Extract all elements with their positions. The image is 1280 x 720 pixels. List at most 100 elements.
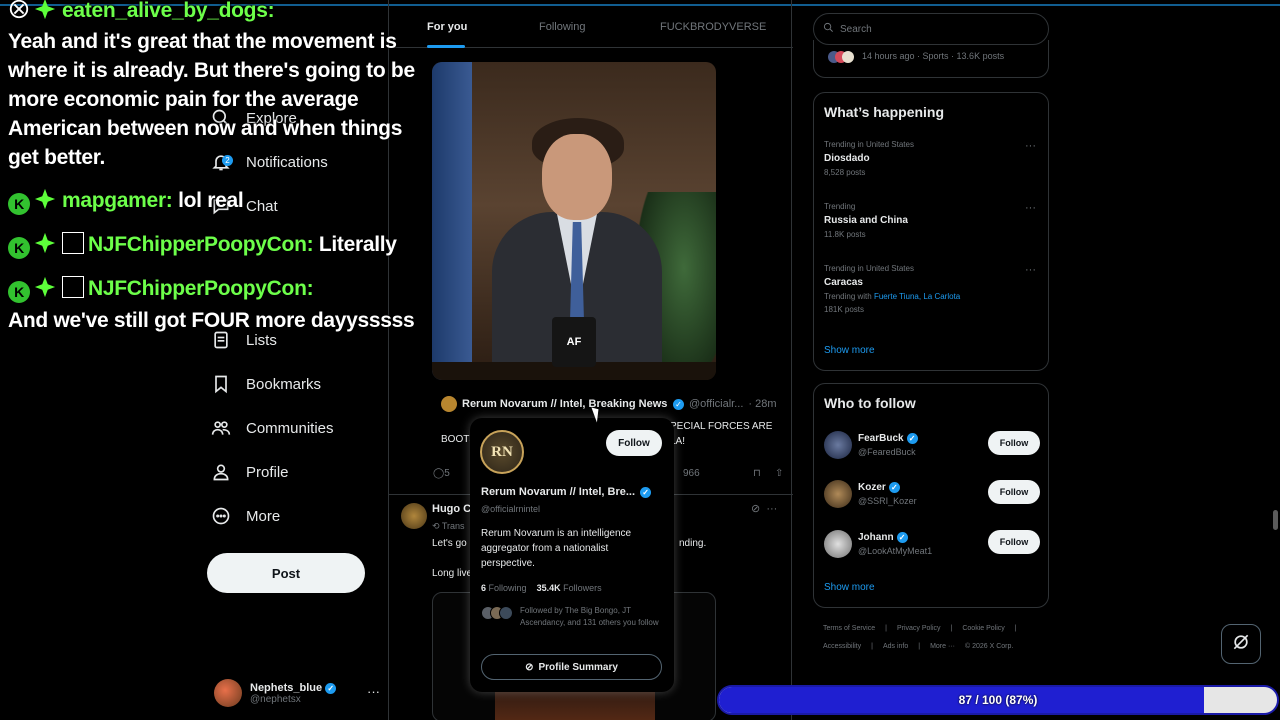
- avatar[interactable]: [401, 503, 427, 529]
- chat-message: get better.: [8, 146, 106, 169]
- scrollbar[interactable]: [1273, 510, 1278, 530]
- bookmark-icon[interactable]: ⊓: [753, 468, 761, 479]
- chat-username: NJFChipperPoopyCon:: [88, 233, 314, 256]
- verified-icon: ✓: [896, 532, 908, 543]
- sparkle-badge-icon: [34, 232, 56, 254]
- tab-following[interactable]: Following: [539, 21, 585, 33]
- verified-icon: ✓: [888, 482, 900, 493]
- chat-message: American between now and when things: [8, 117, 403, 140]
- account-switcher[interactable]: Nephets_blue ✓ @nephetsx ···: [214, 676, 384, 710]
- search-placeholder: Search: [840, 23, 872, 35]
- close-icon: [8, 0, 30, 20]
- nav-communities[interactable]: Communities: [210, 411, 334, 445]
- suggested-user[interactable]: Johann ✓ @LookAtMyMeat1 Follow: [824, 527, 1040, 561]
- footer-link[interactable]: Ads info: [883, 643, 908, 650]
- hovercard-name[interactable]: Rerum Novarum // Intel, Bre... ✓: [481, 486, 652, 498]
- views-count[interactable]: 966: [683, 468, 700, 479]
- chat-line: eaten_alive_by_dogs:: [8, 0, 275, 25]
- trend-item[interactable]: Trending in United States Caracas Trendi…: [824, 264, 1038, 314]
- avatar: [824, 431, 852, 459]
- chat-line: K NJFChipperPoopyCon:: [8, 274, 314, 303]
- followed-by-text[interactable]: Followed by The Big Bongo, JT Ascendancy…: [520, 605, 660, 629]
- chat-message: Literally: [318, 233, 397, 256]
- timeline-tabs: For you Following FUCKBRODYVERSE: [389, 10, 793, 48]
- chat-line: where it is already. But there's going t…: [8, 56, 415, 85]
- trend-meta: 14 hours ago · Sports · 13.6K posts: [862, 51, 1005, 61]
- more-dots-icon[interactable]: ···: [1025, 264, 1036, 276]
- followers-stat[interactable]: 35.4K Followers: [537, 583, 602, 593]
- avatar[interactable]: [441, 396, 457, 412]
- reply-button[interactable]: ◯ 5: [433, 468, 450, 479]
- footer-link[interactable]: More ···: [930, 643, 955, 650]
- verified-icon: ✓: [640, 486, 652, 498]
- whats-happening-panel: What’s happening Trending in United Stat…: [813, 92, 1049, 371]
- verified-icon: ✓: [906, 433, 918, 444]
- more-dots-icon[interactable]: ···: [367, 684, 380, 699]
- hovercard-handle[interactable]: @officialrnintel: [481, 504, 540, 514]
- search-icon: [823, 22, 834, 36]
- tweet-text: nding.: [679, 538, 707, 549]
- follow-button[interactable]: Follow: [988, 480, 1040, 504]
- post-button[interactable]: Post: [207, 553, 365, 593]
- sparkle-badge-icon: [34, 188, 56, 210]
- account-name: Nephets_blue ✓: [250, 682, 337, 694]
- grok-icon: ⊘: [525, 661, 534, 673]
- avatar: [214, 679, 242, 707]
- sparkle-badge-icon: [34, 276, 56, 298]
- nav-profile[interactable]: Profile: [210, 455, 289, 489]
- translate-link[interactable]: ⟲ Trans: [432, 521, 465, 532]
- share-icon[interactable]: ⇧: [775, 468, 783, 479]
- following-stat[interactable]: 6 Following: [481, 583, 527, 593]
- who-to-follow-panel: Who to follow FearBuck ✓ @FearedBuck Follo…: [813, 383, 1049, 608]
- footer-link[interactable]: Cookie Policy: [962, 625, 1004, 632]
- trend-card[interactable]: 14 hours ago · Sports · 13.6K posts: [813, 40, 1049, 78]
- chat-message: where it is already. But there's going t…: [8, 59, 415, 82]
- footer-link[interactable]: Terms of Service: [823, 625, 875, 632]
- follow-button[interactable]: Follow: [988, 431, 1040, 455]
- mug-logo: AF: [552, 317, 596, 367]
- tweet-author-name[interactable]: Rerum Novarum // Intel, Breaking News, .…: [462, 398, 668, 410]
- video-player[interactable]: AF: [432, 62, 716, 380]
- trend-related-links[interactable]: Fuerte Tiuna, La Carlota: [874, 292, 960, 301]
- trend-item[interactable]: Trending Russia and China 11.8K posts ··…: [824, 202, 1038, 239]
- grok-button[interactable]: [1221, 624, 1261, 664]
- kick-badge-icon: K: [8, 237, 30, 259]
- chat-line: more economic pain for the average: [8, 85, 359, 114]
- nav-bookmarks[interactable]: Bookmarks: [210, 367, 321, 401]
- followed-by-avatars: [481, 606, 513, 620]
- chat-message: more economic pain for the average: [8, 88, 359, 111]
- footer-link[interactable]: Privacy Policy: [897, 625, 941, 632]
- follow-button[interactable]: Follow: [988, 530, 1040, 554]
- stream-chat-overlay: eaten_alive_by_dogs: Yeah and it's great …: [0, 0, 440, 340]
- chat-username: eaten_alive_by_dogs:: [62, 0, 275, 22]
- grok-icon[interactable]: ⊘ ···: [751, 502, 777, 515]
- broken-image-icon: [62, 276, 84, 298]
- footer-link[interactable]: Accessibility: [823, 643, 861, 650]
- trend-avatars: [828, 51, 860, 63]
- nav-label: Bookmarks: [246, 375, 322, 393]
- tweet-author-handle[interactable]: @officialr...: [689, 398, 743, 410]
- avatar: [824, 530, 852, 558]
- footer-links: Terms of Service | Privacy Policy | Cookie P…: [823, 625, 1017, 632]
- more-dots-icon[interactable]: ···: [1025, 140, 1036, 152]
- chat-message: lol real: [178, 189, 244, 212]
- nav-more[interactable]: More: [210, 499, 280, 533]
- grok-icon: [1231, 632, 1251, 657]
- avatar[interactable]: RN: [480, 430, 524, 474]
- show-more-link[interactable]: Show more: [824, 582, 875, 593]
- profile-summary-button[interactable]: ⊘ Profile Summary: [481, 654, 662, 680]
- suggested-user[interactable]: Kozer ✓ @SSRI_Kozer Follow: [824, 477, 1040, 511]
- footer-links: Accessibility | Ads info | More ··· © 2026 X …: [823, 643, 1014, 650]
- sparkle-badge-icon: [34, 0, 56, 20]
- trend-item[interactable]: Trending in United States Diosdado 8,528…: [824, 140, 1038, 177]
- more-dots-icon[interactable]: ···: [1025, 202, 1036, 214]
- show-more-link[interactable]: Show more: [824, 345, 875, 356]
- chat-username: mapgamer:: [62, 189, 173, 212]
- nav-label: More: [246, 507, 281, 525]
- follow-button[interactable]: Follow: [606, 430, 662, 456]
- tweet-time[interactable]: · 28m: [748, 398, 776, 410]
- tweet-text: PECIAL FORCES ARE LA!: [670, 421, 773, 447]
- suggested-user[interactable]: FearBuck ✓ @FearedBuck Follow: [824, 428, 1040, 462]
- verified-icon: ✓: [325, 682, 337, 694]
- tab-custom[interactable]: FUCKBRODYVERSE: [660, 21, 766, 33]
